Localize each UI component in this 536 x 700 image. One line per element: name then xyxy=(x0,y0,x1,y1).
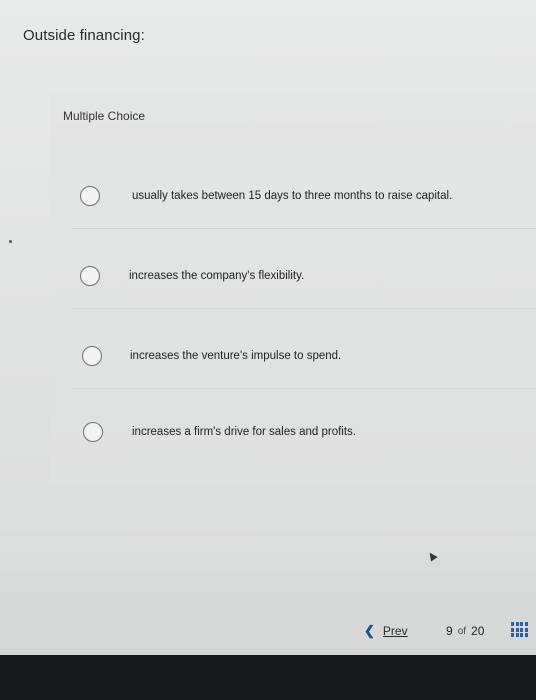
question-card: Multiple Choice usually takes between 15… xyxy=(50,92,536,482)
answer-option-1[interactable]: usually takes between 15 days to three m… xyxy=(80,174,452,218)
prev-button[interactable]: ❮ Prev xyxy=(364,619,408,643)
radio-button-icon[interactable] xyxy=(83,422,103,442)
mouse-cursor-icon xyxy=(426,550,438,562)
page-indicator: 9 of 20 xyxy=(446,619,484,643)
option-divider xyxy=(72,388,536,389)
grid-icon[interactable] xyxy=(511,622,528,638)
answer-option-3[interactable]: increases the venture's impulse to spend… xyxy=(82,334,341,378)
current-page: 9 xyxy=(446,624,453,638)
answer-option-2[interactable]: increases the company's flexibility. xyxy=(80,254,304,298)
option-divider xyxy=(72,308,536,309)
chevron-left-icon: ❮ xyxy=(364,623,375,638)
answer-option-label: increases the company's flexibility. xyxy=(129,270,305,282)
answer-option-label: usually takes between 15 days to three m… xyxy=(132,190,453,202)
option-divider xyxy=(72,228,536,229)
answer-option-4[interactable]: increases a firm's drive for sales and p… xyxy=(83,410,356,454)
question-type-label: Multiple Choice xyxy=(63,109,146,123)
answer-option-label: increases a firm's drive for sales and p… xyxy=(132,426,356,438)
radio-button-icon[interactable] xyxy=(80,186,100,206)
radio-button-icon[interactable] xyxy=(80,266,100,286)
page-of-label: of xyxy=(457,625,467,637)
bottom-bar xyxy=(0,655,536,700)
total-pages: 20 xyxy=(471,624,485,638)
question-prompt: Outside financing: xyxy=(23,27,145,44)
decorative-dot xyxy=(9,240,12,243)
prev-label: Prev xyxy=(382,624,408,638)
answer-option-label: increases the venture's impulse to spend… xyxy=(130,350,342,362)
radio-button-icon[interactable] xyxy=(82,346,102,366)
